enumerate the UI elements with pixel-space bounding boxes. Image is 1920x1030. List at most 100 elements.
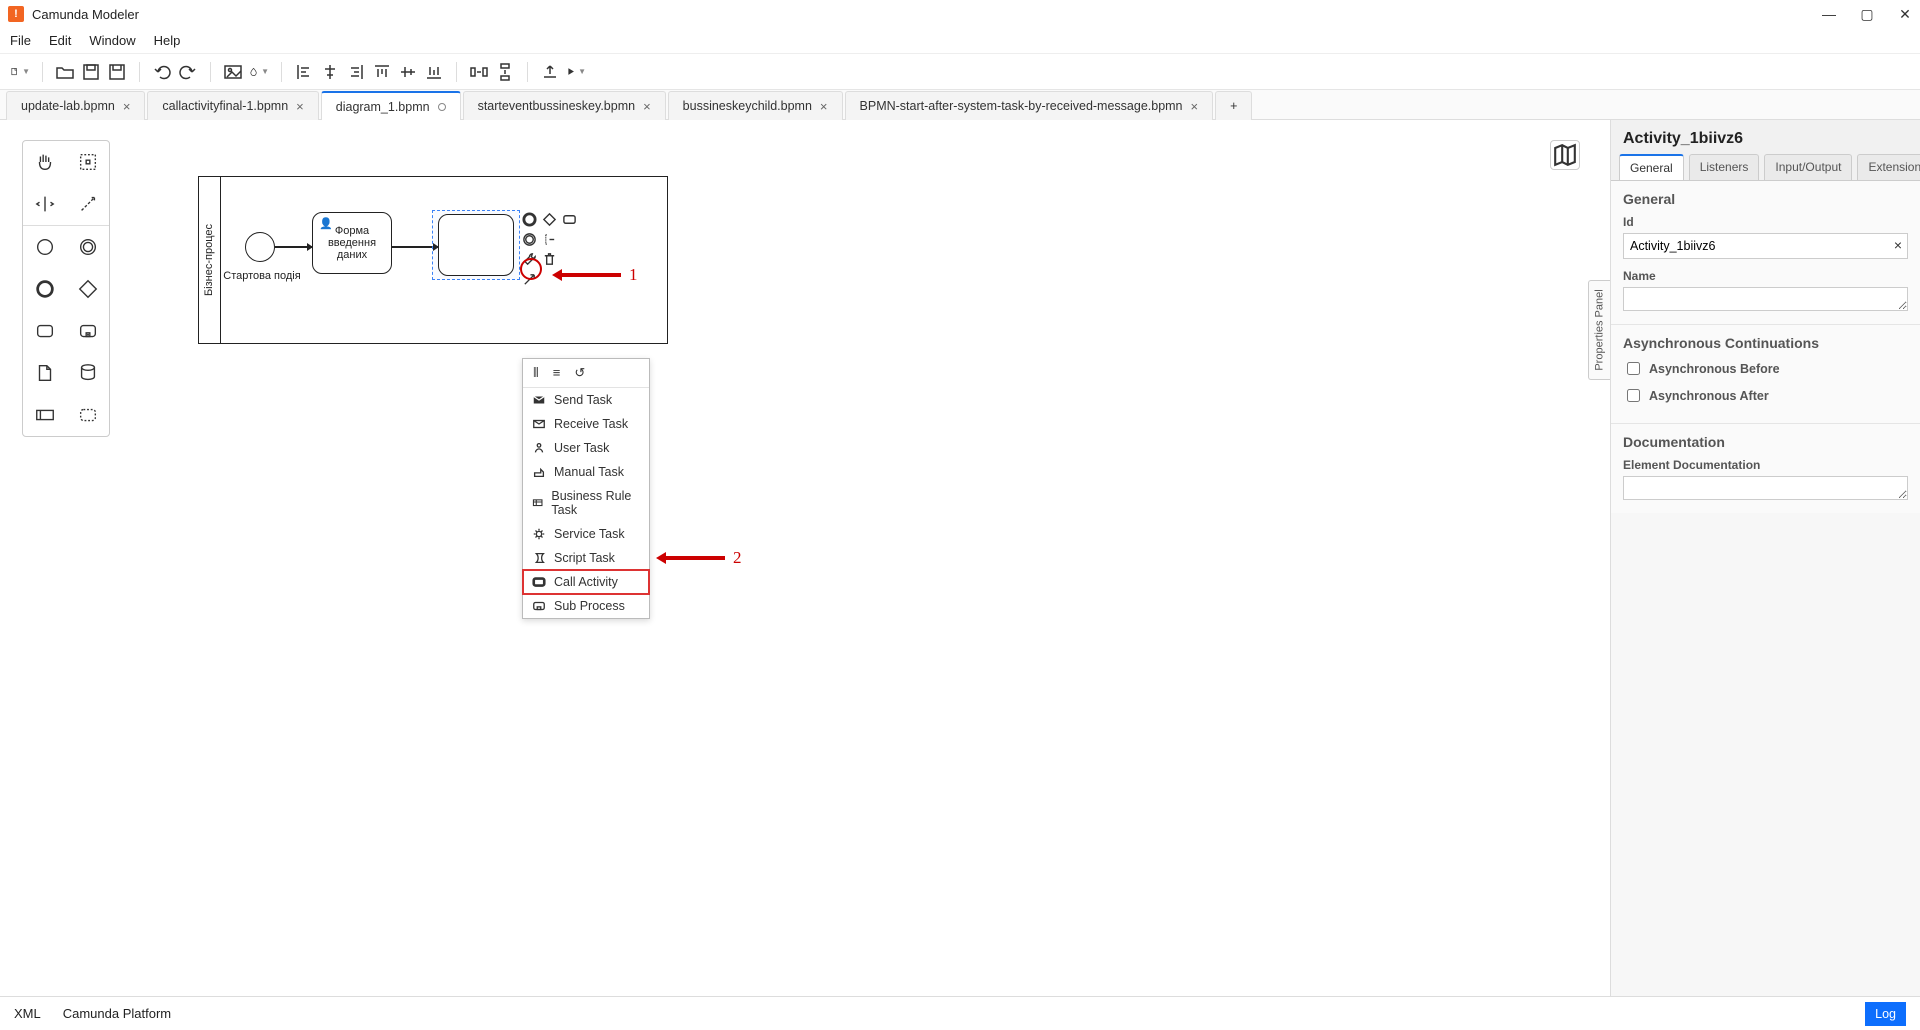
annotation-icon[interactable] [542, 232, 557, 247]
start-event[interactable] [245, 232, 275, 262]
type-manual-task[interactable]: Manual Task [523, 460, 649, 484]
annotation-arrow-2: 2 [656, 548, 742, 568]
type-user-task[interactable]: User Task [523, 436, 649, 460]
async-before-checkbox[interactable]: Asynchronous Before [1623, 359, 1908, 378]
menu-window[interactable]: Window [89, 33, 135, 48]
deploy-icon[interactable] [540, 62, 560, 82]
tab-close-icon[interactable]: × [820, 99, 828, 114]
service-icon [532, 527, 546, 541]
tab-add-button[interactable]: + [1215, 91, 1252, 120]
tab-close-icon[interactable]: × [123, 99, 131, 114]
properties-panel-toggle[interactable]: Properties Panel [1588, 280, 1610, 380]
maximize-icon[interactable]: ▢ [1860, 6, 1874, 23]
menu-edit[interactable]: Edit [49, 33, 71, 48]
user-task-form[interactable]: 👤 Форма введення даних [312, 212, 392, 274]
log-button[interactable]: Log [1865, 1002, 1906, 1026]
tab-starteventbussineskey[interactable]: starteventbussineskey.bpmn× [463, 91, 666, 120]
tab-bussineskeychild[interactable]: bussineskeychild.bpmn× [668, 91, 843, 120]
type-call-activity[interactable]: Call Activity [523, 570, 649, 594]
properties-panel: Activity_1biivz6 General Listeners Input… [1610, 120, 1920, 996]
color-icon[interactable]: ▼ [249, 62, 269, 82]
run-icon[interactable]: ▼ [566, 62, 586, 82]
sequential-mi-icon[interactable]: ≡ [553, 365, 561, 381]
status-xml[interactable]: XML [14, 1006, 41, 1021]
unsaved-indicator-icon [438, 103, 446, 111]
close-icon[interactable]: ✕ [1898, 6, 1912, 23]
type-script-task[interactable]: Script Task [523, 546, 649, 570]
intermediate-event-icon[interactable] [66, 226, 109, 268]
prop-tab-extensions[interactable]: Extensions [1857, 154, 1920, 180]
selected-task[interactable] [438, 214, 514, 276]
menu-file[interactable]: File [10, 33, 31, 48]
tab-close-icon[interactable]: × [296, 99, 304, 114]
tab-close-icon[interactable]: × [643, 99, 651, 114]
append-end-event-icon[interactable] [522, 212, 537, 227]
canvas[interactable]: Бізнес-процес Стартова подія 👤 Форма вве… [0, 120, 1610, 996]
id-input[interactable] [1623, 233, 1908, 259]
menu-help[interactable]: Help [154, 33, 181, 48]
minimap-toggle-icon[interactable] [1550, 140, 1580, 170]
align-bottom-icon[interactable] [424, 62, 444, 82]
open-icon[interactable] [55, 62, 75, 82]
save-icon[interactable] [81, 62, 101, 82]
data-store-icon[interactable] [66, 352, 109, 394]
doc-input[interactable] [1623, 476, 1908, 500]
properties-title: Activity_1biivz6 [1611, 120, 1920, 154]
pool-label[interactable]: Бізнес-процес [199, 177, 221, 343]
align-center-h-icon[interactable] [320, 62, 340, 82]
group-icon[interactable] [66, 394, 109, 436]
annotation-arrow-1: 1 [552, 265, 638, 285]
section-general: General Id × Name [1611, 181, 1920, 325]
menubar: File Edit Window Help [0, 28, 1920, 54]
connect-tool-icon[interactable] [66, 183, 109, 225]
type-business-rule-task[interactable]: Business Rule Task [523, 484, 649, 522]
gateway-icon[interactable] [66, 268, 109, 310]
parallel-mi-icon[interactable]: ⦀ [533, 365, 539, 381]
align-top-icon[interactable] [372, 62, 392, 82]
start-event-icon[interactable] [23, 226, 66, 268]
align-middle-icon[interactable] [398, 62, 418, 82]
redo-icon[interactable] [178, 62, 198, 82]
tab-update-lab[interactable]: update-lab.bpmn× [6, 91, 145, 120]
status-platform[interactable]: Camunda Platform [63, 1006, 171, 1021]
append-gateway-icon[interactable] [542, 212, 557, 227]
prop-tab-input-output[interactable]: Input/Output [1764, 154, 1852, 180]
hand-tool-icon[interactable] [23, 141, 66, 183]
distribute-h-icon[interactable] [469, 62, 489, 82]
loop-icon[interactable]: ↺ [574, 365, 585, 381]
tab-callactivityfinal[interactable]: callactivityfinal-1.bpmn× [147, 91, 318, 120]
type-send-task[interactable]: Send Task [523, 388, 649, 412]
type-service-task[interactable]: Service Task [523, 522, 649, 546]
window-controls: — ▢ ✕ [1822, 6, 1912, 23]
lasso-tool-icon[interactable] [66, 141, 109, 183]
distribute-v-icon[interactable] [495, 62, 515, 82]
space-tool-icon[interactable] [23, 183, 66, 225]
sequence-flow[interactable] [275, 246, 312, 248]
align-right-icon[interactable] [346, 62, 366, 82]
change-type-menu: ⦀ ≡ ↺ Send Task Receive Task User Task M… [522, 358, 650, 619]
tab-bpmn-start-after[interactable]: BPMN-start-after-system-task-by-received… [845, 91, 1214, 120]
new-file-icon[interactable]: ▼ [10, 62, 30, 82]
tab-close-icon[interactable]: × [1191, 99, 1199, 114]
prop-tab-listeners[interactable]: Listeners [1689, 154, 1760, 180]
async-after-checkbox[interactable]: Asynchronous After [1623, 386, 1908, 405]
end-event-icon[interactable] [23, 268, 66, 310]
pool-icon[interactable] [23, 394, 66, 436]
append-task-icon[interactable] [562, 212, 577, 227]
clear-id-icon[interactable]: × [1894, 237, 1902, 253]
undo-icon[interactable] [152, 62, 172, 82]
task-icon[interactable] [23, 310, 66, 352]
section-documentation: Documentation Element Documentation [1611, 424, 1920, 513]
tab-diagram-1[interactable]: diagram_1.bpmn [321, 91, 461, 120]
align-left-icon[interactable] [294, 62, 314, 82]
minimize-icon[interactable]: — [1822, 6, 1836, 23]
append-intermediate-icon[interactable] [522, 232, 537, 247]
image-icon[interactable] [223, 62, 243, 82]
subprocess-icon[interactable] [66, 310, 109, 352]
type-receive-task[interactable]: Receive Task [523, 412, 649, 436]
prop-tab-general[interactable]: General [1619, 154, 1684, 180]
save-as-icon[interactable] [107, 62, 127, 82]
name-input[interactable] [1623, 287, 1908, 311]
type-sub-process[interactable]: Sub Process [523, 594, 649, 618]
data-object-icon[interactable] [23, 352, 66, 394]
